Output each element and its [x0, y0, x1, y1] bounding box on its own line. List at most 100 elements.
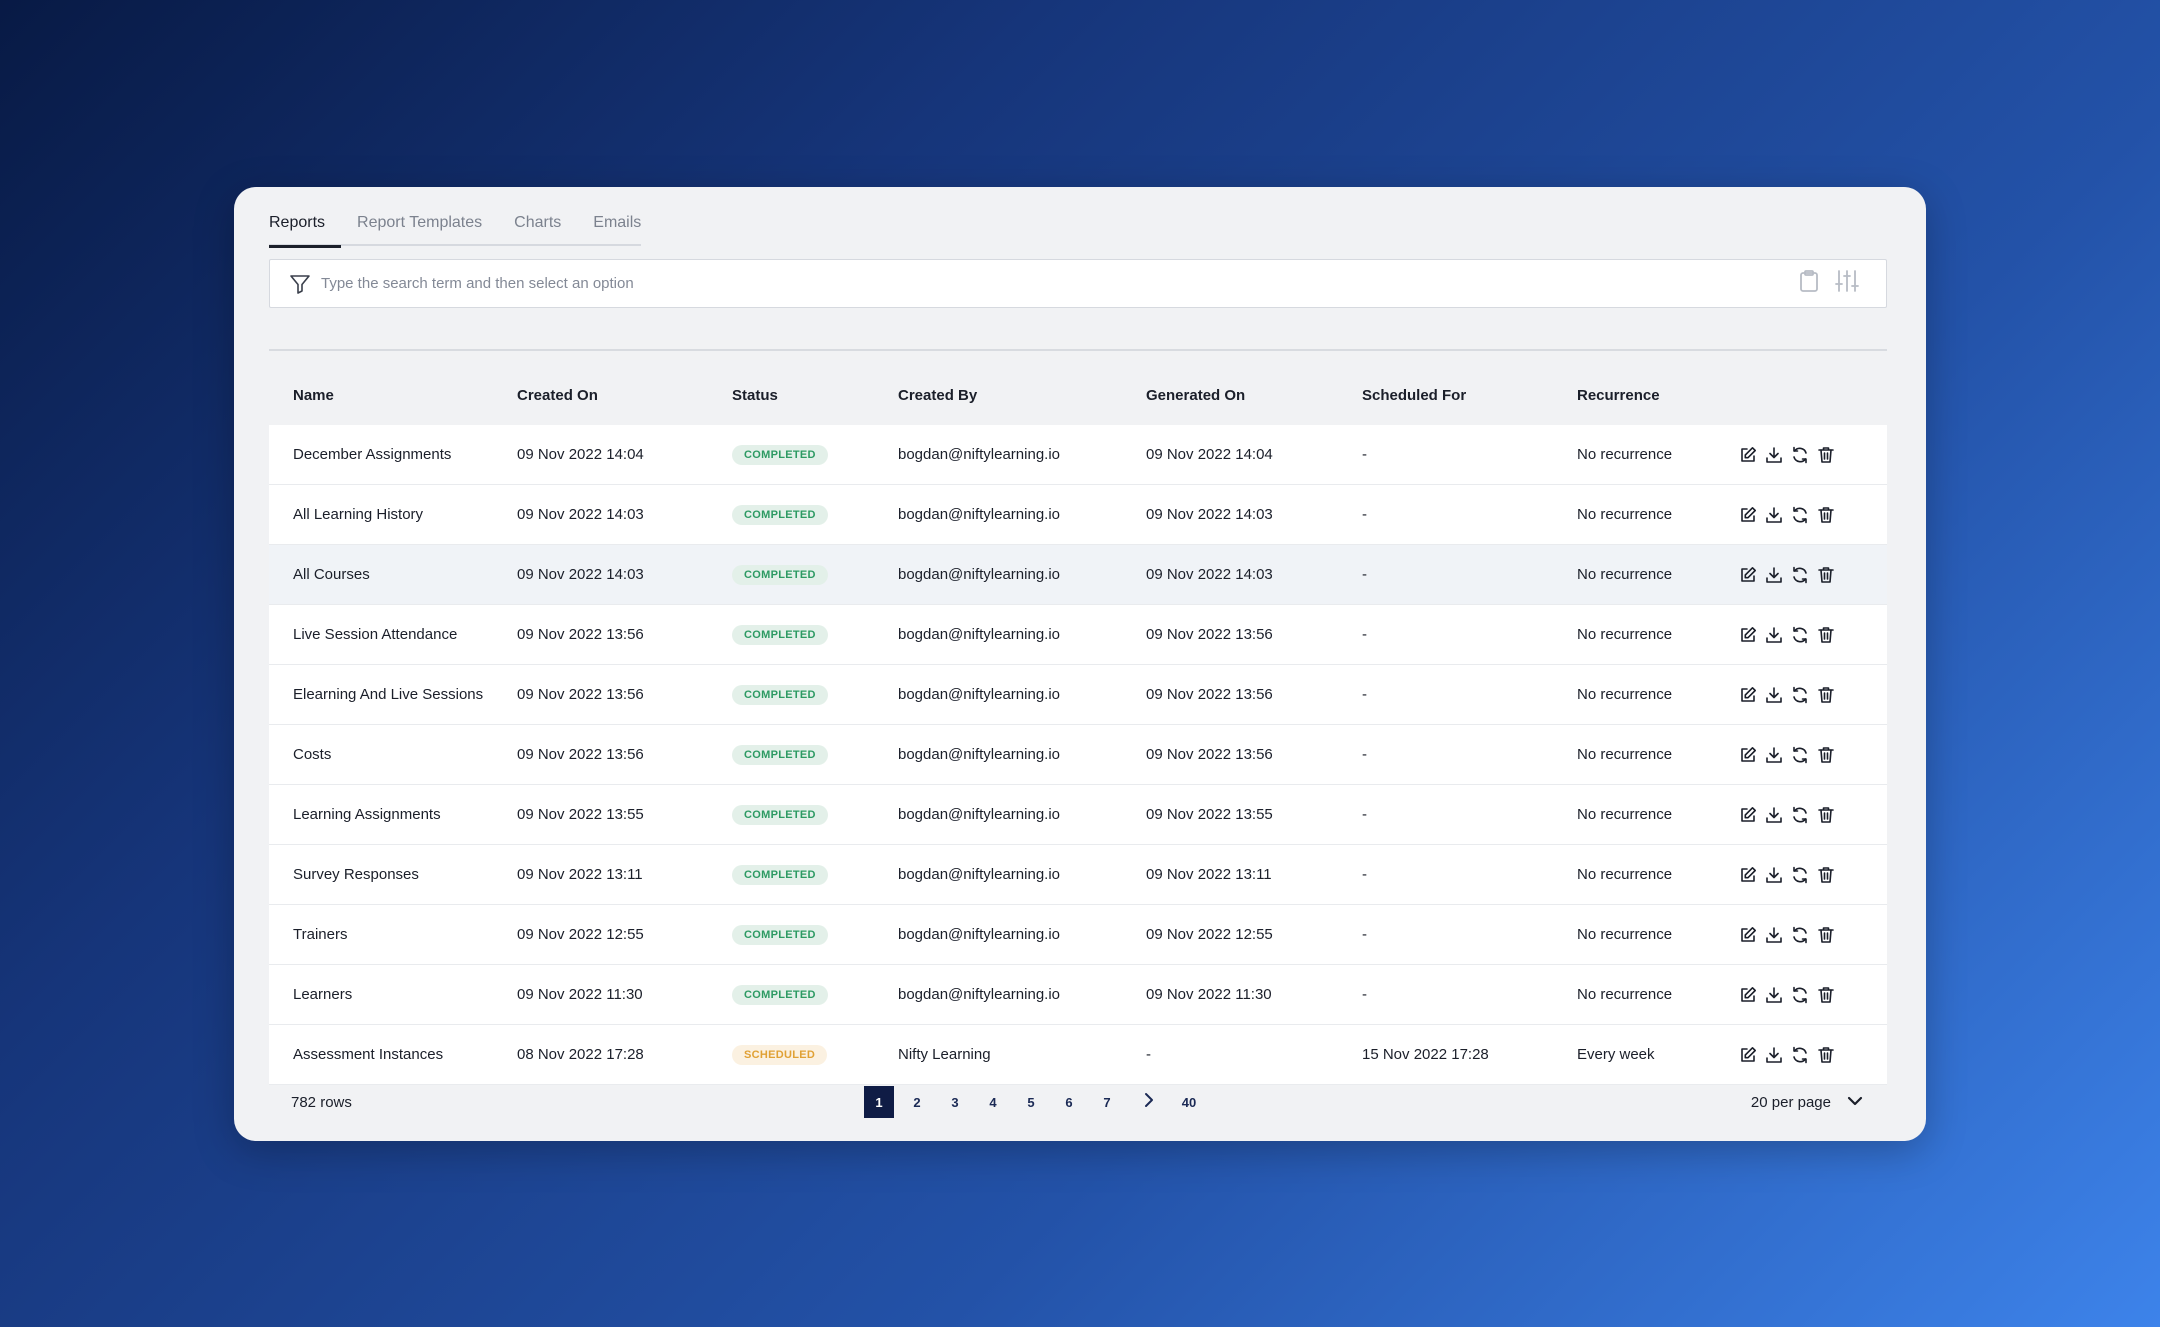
delete-icon[interactable] [1817, 866, 1835, 884]
refresh-icon[interactable] [1791, 566, 1809, 584]
delete-icon[interactable] [1817, 746, 1835, 764]
tab-emails[interactable]: Emails [593, 206, 641, 246]
report-name[interactable]: Costs [269, 746, 517, 763]
table-row[interactable]: Survey Responses 09 Nov 2022 13:11 COMPLET… [269, 845, 1887, 905]
recurrence-cell: No recurrence [1577, 986, 1673, 1003]
edit-icon[interactable] [1739, 446, 1757, 464]
report-name[interactable]: December Assignments [269, 446, 517, 463]
table-row[interactable]: Live Session Attendance 09 Nov 2022 13:56… [269, 605, 1887, 665]
status-badge: COMPLETED [732, 864, 828, 885]
report-name[interactable]: Learning Assignments [269, 806, 517, 823]
page-button-4[interactable]: 4 [978, 1086, 1008, 1118]
table-row[interactable]: December Assignments 09 Nov 2022 14:04 COM… [269, 425, 1887, 485]
download-icon[interactable] [1765, 866, 1783, 884]
per-page-select[interactable]: 20 per page [1751, 1094, 1863, 1111]
download-icon[interactable] [1765, 1046, 1783, 1064]
report-name[interactable]: Elearning And Live Sessions [269, 686, 517, 703]
page-button-2[interactable]: 2 [902, 1086, 932, 1118]
delete-icon[interactable] [1817, 446, 1835, 464]
status-badge: COMPLETED [732, 444, 828, 465]
table-row[interactable]: All Courses 09 Nov 2022 14:03 COMPLETED bog… [269, 545, 1887, 605]
refresh-icon[interactable] [1791, 506, 1809, 524]
delete-icon[interactable] [1817, 506, 1835, 524]
column-header-name[interactable]: Name [269, 387, 517, 404]
created-on-cell: 08 Nov 2022 17:28 [517, 1046, 644, 1063]
column-header-status[interactable]: Status [732, 387, 898, 404]
recurrence-cell: No recurrence [1577, 686, 1673, 703]
page-button-1[interactable]: 1 [864, 1086, 894, 1118]
next-page-button[interactable] [1134, 1086, 1164, 1118]
delete-icon[interactable] [1817, 986, 1835, 1004]
page-button-7[interactable]: 7 [1092, 1086, 1122, 1118]
edit-icon[interactable] [1739, 806, 1757, 824]
page-button-5[interactable]: 5 [1016, 1086, 1046, 1118]
table-row[interactable]: Trainers 09 Nov 2022 12:55 COMPLETED bogdan… [269, 905, 1887, 965]
tab-report-templates[interactable]: Report Templates [357, 206, 482, 246]
edit-icon[interactable] [1739, 506, 1757, 524]
download-icon[interactable] [1765, 926, 1783, 944]
edit-icon[interactable] [1739, 866, 1757, 884]
column-header-created-by[interactable]: Created By [898, 387, 1146, 404]
refresh-icon[interactable] [1791, 686, 1809, 704]
edit-icon[interactable] [1739, 686, 1757, 704]
report-name[interactable]: Live Session Attendance [269, 626, 517, 643]
report-name[interactable]: Trainers [269, 926, 517, 943]
scheduled-for-cell: - [1362, 746, 1367, 763]
delete-icon[interactable] [1817, 926, 1835, 944]
report-name[interactable]: Survey Responses [269, 866, 517, 883]
column-header-generated-on[interactable]: Generated On [1146, 387, 1362, 404]
edit-icon[interactable] [1739, 566, 1757, 584]
report-name[interactable]: All Learning History [269, 506, 517, 523]
refresh-icon[interactable] [1791, 446, 1809, 464]
edit-icon[interactable] [1739, 746, 1757, 764]
column-header-recurrence[interactable]: Recurrence [1577, 387, 1739, 404]
edit-icon[interactable] [1739, 1046, 1757, 1064]
refresh-icon[interactable] [1791, 626, 1809, 644]
report-name[interactable]: Learners [269, 986, 517, 1003]
sliders-icon[interactable] [1834, 269, 1860, 298]
search-input[interactable] [321, 263, 1798, 304]
delete-icon[interactable] [1817, 566, 1835, 584]
page-button-6[interactable]: 6 [1054, 1086, 1084, 1118]
refresh-icon[interactable] [1791, 1046, 1809, 1064]
delete-icon[interactable] [1817, 806, 1835, 824]
refresh-icon[interactable] [1791, 926, 1809, 944]
table-row[interactable]: Costs 09 Nov 2022 13:56 COMPLETED bogdan@ni… [269, 725, 1887, 785]
refresh-icon[interactable] [1791, 866, 1809, 884]
filter-icon[interactable] [287, 271, 313, 297]
download-icon[interactable] [1765, 506, 1783, 524]
refresh-icon[interactable] [1791, 746, 1809, 764]
table-row[interactable]: All Learning History 09 Nov 2022 14:03 COM… [269, 485, 1887, 545]
column-header-scheduled-for[interactable]: Scheduled For [1362, 387, 1577, 404]
created-on-cell: 09 Nov 2022 13:56 [517, 626, 644, 643]
edit-icon[interactable] [1739, 986, 1757, 1004]
download-icon[interactable] [1765, 806, 1783, 824]
table-row[interactable]: Learning Assignments 09 Nov 2022 13:55 COM… [269, 785, 1887, 845]
search-bar [269, 259, 1887, 308]
download-icon[interactable] [1765, 986, 1783, 1004]
delete-icon[interactable] [1817, 626, 1835, 644]
table-row[interactable]: Learners 09 Nov 2022 11:30 COMPLETED bogdan… [269, 965, 1887, 1025]
status-badge: SCHEDULED [732, 1044, 828, 1065]
recurrence-cell: No recurrence [1577, 566, 1673, 583]
tab-charts[interactable]: Charts [514, 206, 561, 246]
refresh-icon[interactable] [1791, 806, 1809, 824]
download-icon[interactable] [1765, 566, 1783, 584]
refresh-icon[interactable] [1791, 986, 1809, 1004]
delete-icon[interactable] [1817, 1046, 1835, 1064]
edit-icon[interactable] [1739, 926, 1757, 944]
column-header-created-on[interactable]: Created On [517, 387, 732, 404]
page-button-last[interactable]: 40 [1174, 1086, 1204, 1118]
delete-icon[interactable] [1817, 686, 1835, 704]
download-icon[interactable] [1765, 686, 1783, 704]
clipboard-icon[interactable] [1798, 269, 1820, 298]
edit-icon[interactable] [1739, 626, 1757, 644]
report-name[interactable]: All Courses [269, 566, 517, 583]
download-icon[interactable] [1765, 626, 1783, 644]
tab-reports[interactable]: Reports [269, 206, 342, 248]
download-icon[interactable] [1765, 446, 1783, 464]
download-icon[interactable] [1765, 746, 1783, 764]
report-name[interactable]: Assessment Instances [269, 1046, 517, 1063]
page-button-3[interactable]: 3 [940, 1086, 970, 1118]
table-row[interactable]: Elearning And Live Sessions 09 Nov 2022 1… [269, 665, 1887, 725]
